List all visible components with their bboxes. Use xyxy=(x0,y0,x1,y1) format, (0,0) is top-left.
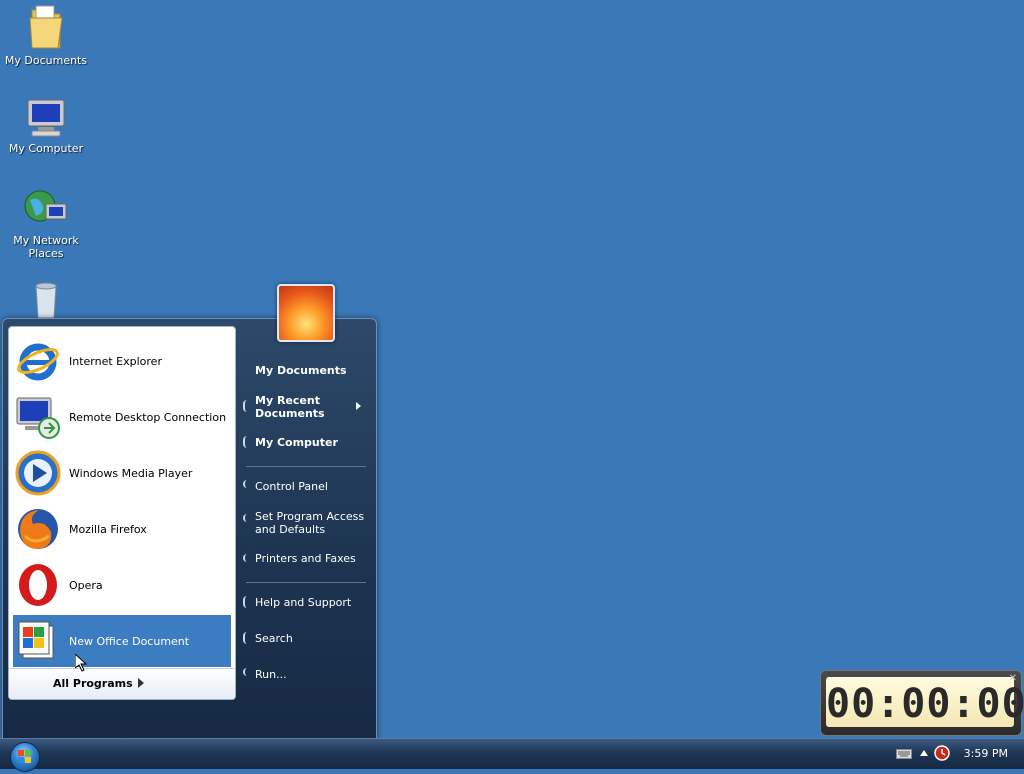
program-label: Remote Desktop Connection xyxy=(69,410,227,424)
separator xyxy=(246,466,366,467)
program-label: New Office Document xyxy=(69,634,190,648)
item-tick xyxy=(243,632,248,644)
desktop-icon-recycle-bin[interactable] xyxy=(0,280,92,322)
stopwatch-icon[interactable] xyxy=(934,745,950,761)
chevron-right-icon xyxy=(138,678,144,688)
program-remote-desktop-connection[interactable]: Remote Desktop Connection xyxy=(13,391,231,443)
desktop-icon-label: My Computer xyxy=(8,142,84,155)
start-item-control-panel[interactable]: Control Panel xyxy=(255,480,328,493)
all-programs-label: All Programs xyxy=(53,677,133,690)
remote-desktop-icon xyxy=(13,392,63,442)
clock-gadget[interactable]: 00:00:00 ✕ xyxy=(820,670,1024,736)
mouse-cursor-icon xyxy=(75,654,87,672)
program-mozilla-firefox[interactable]: Mozilla Firefox xyxy=(13,503,231,555)
program-label: Internet Explorer xyxy=(69,354,162,368)
all-programs-button[interactable]: All Programs xyxy=(9,668,235,699)
desktop-icon-label: My Documents xyxy=(4,54,88,67)
start-item-search[interactable]: Search xyxy=(255,632,293,645)
start-item-help-and-support[interactable]: Help and Support xyxy=(255,596,351,609)
program-internet-explorer[interactable]: Internet Explorer xyxy=(13,335,231,387)
program-new-office-document[interactable]: New Office Document xyxy=(13,615,231,667)
start-item-set-program-access[interactable]: Set Program Access and Defaults xyxy=(255,510,365,536)
user-picture[interactable] xyxy=(277,284,335,342)
item-tick xyxy=(243,668,248,676)
recycle-bin-icon xyxy=(35,282,57,319)
keyboard-icon[interactable] xyxy=(896,749,912,759)
start-item-run[interactable]: Run... xyxy=(255,668,287,681)
taskbar-clock[interactable]: 3:59 PM xyxy=(964,747,1008,760)
start-item-my-recent-documents[interactable]: My Recent Documents xyxy=(255,394,335,420)
desktop-icon-my-network-places[interactable]: My Network Places xyxy=(0,186,92,260)
folder-icon xyxy=(29,5,63,49)
start-item-my-documents[interactable]: My Documents xyxy=(255,364,347,377)
office-document-icon xyxy=(13,616,63,666)
program-label: Windows Media Player xyxy=(69,466,193,480)
system-tray: 3:59 PM xyxy=(884,739,1024,769)
desktop-icon-label: My Network Places xyxy=(13,234,79,260)
start-item-printers-and-faxes[interactable]: Printers and Faxes xyxy=(255,552,356,565)
clock-gadget-time: 00:00:00 xyxy=(826,681,1024,727)
item-tick xyxy=(243,436,248,448)
program-label: Opera xyxy=(69,578,103,592)
desktop-icon-my-documents[interactable]: My Documents xyxy=(0,2,92,67)
item-tick xyxy=(243,480,248,488)
desktop-icon-my-computer[interactable]: My Computer xyxy=(0,96,92,155)
chevron-up-icon[interactable] xyxy=(920,750,928,756)
firefox-icon xyxy=(13,504,63,554)
opera-icon xyxy=(13,560,63,610)
taskbar: 3:59 PM xyxy=(0,738,1024,772)
computer-icon xyxy=(27,99,65,137)
item-tick xyxy=(243,596,248,608)
media-player-icon xyxy=(13,448,63,498)
network-globe-icon xyxy=(24,190,67,222)
chevron-right-icon xyxy=(356,402,361,410)
program-label: Mozilla Firefox xyxy=(69,522,147,536)
item-tick xyxy=(243,514,248,522)
separator xyxy=(246,582,366,583)
close-icon[interactable]: ✕ xyxy=(1009,673,1017,684)
windows-logo-icon xyxy=(18,750,31,763)
item-tick xyxy=(243,554,248,562)
program-opera[interactable]: Opera xyxy=(13,559,231,611)
start-item-my-computer[interactable]: My Computer xyxy=(255,436,338,449)
program-windows-media-player[interactable]: Windows Media Player xyxy=(13,447,231,499)
start-menu-programs-pane: Internet Explorer Remote Desktop Connect… xyxy=(8,326,236,700)
submenu-tick xyxy=(243,400,248,412)
clock-gadget-face: 00:00:00 xyxy=(826,677,1024,727)
internet-explorer-icon xyxy=(13,336,63,386)
